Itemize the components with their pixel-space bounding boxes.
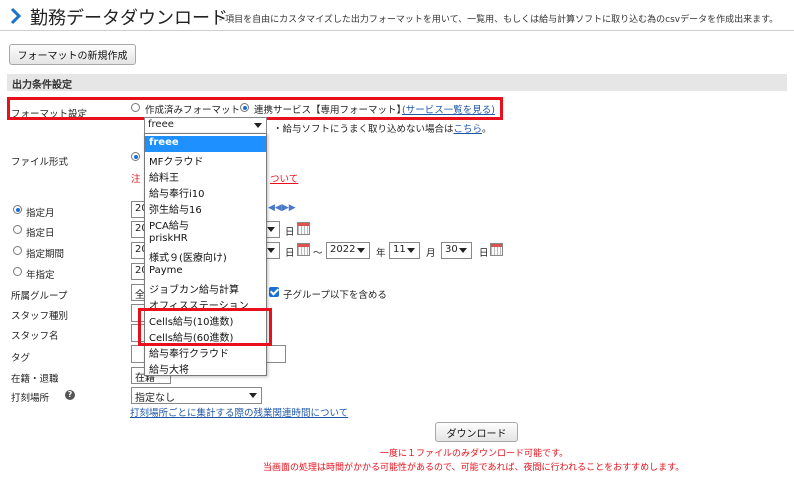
include-children-checkbox[interactable] (269, 287, 279, 297)
section-header: 出力条件設定 (7, 74, 787, 91)
chevron-down-icon (249, 393, 257, 398)
radio-range-label: 指定期間 (26, 249, 65, 260)
radio-range[interactable] (13, 246, 22, 255)
calendar-icon[interactable] (297, 222, 310, 235)
punch-location-value: 指定なし (135, 393, 175, 404)
file-format-note-head: 注 (131, 174, 141, 185)
download-note-1: 一度に１ファイルのみダウンロード可能です。 (380, 449, 569, 459)
calendar-icon[interactable] (490, 243, 503, 256)
dropdown-option[interactable]: 給与大将 (145, 360, 266, 376)
chevron-down-icon (407, 248, 415, 253)
dropdown-option[interactable]: ジョブカン給与計算 (145, 280, 266, 296)
range-end-month-value: 11 (393, 244, 406, 255)
download-button[interactable]: ダウンロード (435, 422, 518, 442)
new-format-button[interactable]: フォーマットの新規作成 (9, 44, 136, 65)
file-format-note-tail[interactable]: ついて (270, 171, 298, 185)
radio-month[interactable] (13, 205, 22, 214)
staff-name-label: スタッフ名 (11, 331, 59, 342)
cells-options-highlight (138, 308, 272, 346)
chevron-right-icon (10, 7, 22, 25)
group-label: 所属グループ (11, 291, 68, 302)
range-end-year-select[interactable]: 2022 (326, 242, 370, 259)
range-end-day-select[interactable]: 30 (441, 242, 472, 259)
import-note: ・給与ソフトにうまく取り込めない場合はこちら。 (273, 121, 492, 135)
import-note-suffix: 。 (482, 124, 492, 135)
help-icon[interactable]: ? (65, 390, 75, 400)
range-year-unit: 年 (376, 248, 386, 259)
range-end-month-select[interactable]: 11 (389, 242, 420, 259)
radio-year-label: 年指定 (26, 270, 55, 281)
chevron-down-icon (254, 123, 262, 128)
page-title: 勤務データダウンロード (30, 8, 228, 29)
tag-label: タグ (11, 353, 31, 364)
dropdown-option[interactable]: PCA給与 (145, 216, 266, 232)
import-note-link[interactable]: こちら (454, 124, 483, 135)
employment-label: 在籍・退職 (11, 374, 59, 385)
chevron-down-icon (357, 248, 365, 253)
punch-location-link[interactable]: 打刻場所ごとに集計する際の残業関連時間について (130, 405, 348, 419)
dropdown-option[interactable]: Payme (145, 264, 266, 280)
chevron-down-icon (267, 248, 275, 253)
range-end-day-value: 30 (445, 244, 458, 255)
radio-year[interactable] (13, 267, 22, 276)
range-tilde: 〜 (313, 248, 323, 259)
range-end-year-value: 2022 (330, 244, 356, 255)
dropdown-option[interactable]: 給与奉行クラウド (145, 344, 266, 360)
month-nav-arrows-icon[interactable]: ◀◀▶▶ (268, 203, 296, 213)
dropdown-option[interactable]: 様式９(医療向け) (145, 248, 266, 264)
dropdown-option[interactable]: priskHR (145, 232, 266, 248)
page-description: - 項目を自由にカスタマイズした出力フォーマットを用いて、一覧用、もしくは給与計… (219, 15, 779, 25)
download-note-2: 当画面の処理は時間がかかる可能性があるので、可能であれば、夜間に行われることをお… (263, 463, 685, 473)
range-start-day-unit: 日 (285, 248, 295, 259)
service-select-value: freee (148, 119, 174, 130)
dropdown-option[interactable]: MFクラウド (145, 152, 266, 168)
calendar-icon[interactable] (297, 243, 310, 256)
dropdown-option[interactable]: 弥生給与16 (145, 200, 266, 216)
radio-month-label: 指定月 (26, 208, 55, 219)
punch-location-select[interactable]: 指定なし (131, 387, 262, 404)
service-select[interactable]: freee (144, 117, 267, 134)
radio-day[interactable] (13, 225, 22, 234)
import-note-text: ・給与ソフトにうまく取り込めない場合は (273, 124, 454, 135)
range-day-unit: 日 (479, 248, 489, 259)
radio-day-label: 指定日 (26, 228, 55, 239)
dropdown-option[interactable]: freee (145, 136, 266, 152)
chevron-down-icon (459, 248, 467, 253)
staff-type-label: スタッフ種別 (11, 311, 69, 322)
range-month-unit: 月 (426, 248, 436, 259)
chevron-down-icon (267, 227, 275, 232)
file-format-radio[interactable] (131, 152, 140, 161)
punch-location-label: 打刻場所 (11, 393, 50, 404)
title-divider (0, 30, 794, 31)
day-unit: 日 (285, 227, 295, 238)
include-children-label: 子グループ以下を含める (283, 290, 387, 301)
dropdown-option[interactable]: 給料王 (145, 168, 266, 184)
file-format-label: ファイル形式 (11, 157, 69, 168)
dropdown-option[interactable]: 給与奉行i10 (145, 184, 266, 200)
